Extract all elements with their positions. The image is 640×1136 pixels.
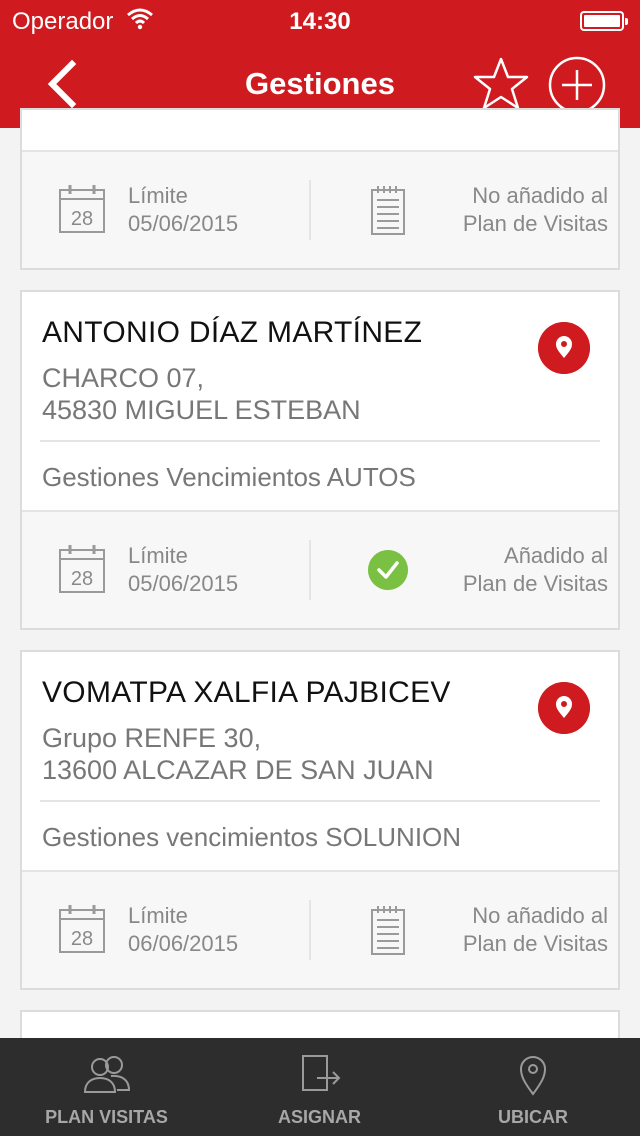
- list-icon[interactable]: [370, 904, 406, 956]
- gestion-card[interactable]: VOMATPA XALFIA PAJBICEV Grupo RENFE 30, …: [20, 650, 620, 990]
- address-line: 13600 ALCAZAR DE SAN JUAN: [42, 755, 434, 785]
- plan-status: Añadido al Plan de Visitas: [463, 542, 608, 598]
- limit-date: 05/06/2015: [128, 211, 239, 236]
- divider: [309, 540, 311, 600]
- limit-date: 06/06/2015: [128, 931, 239, 956]
- check-icon[interactable]: [368, 550, 408, 590]
- address-line: 45830 MIGUEL ESTEBAN: [42, 395, 361, 425]
- calendar-icon: 28: [59, 185, 105, 233]
- star-icon[interactable]: [472, 56, 530, 112]
- card-footer: 28 Límite 05/06/2015 Añadido al Plan de …: [22, 510, 618, 628]
- limit-date: 05/06/2015: [128, 571, 239, 596]
- limit-info: Límite 06/06/2015: [128, 902, 238, 958]
- map-pin-icon[interactable]: [538, 322, 590, 374]
- location-icon: [519, 1056, 547, 1096]
- plan-status-line2: Plan de Visitas: [462, 211, 608, 236]
- gestion-description: Gestiones vencimientos SOLUNION: [42, 822, 462, 852]
- tab-plan-visitas[interactable]: PLAN VISITAS: [0, 1038, 213, 1136]
- plan-status: No añadido al Plan de Visitas: [463, 182, 608, 238]
- plan-status-line2: Plan de Visitas: [462, 571, 608, 596]
- divider: [309, 900, 311, 960]
- card-footer: 28 Límite 05/06/2015 No añadido al Plan …: [22, 150, 618, 268]
- client-address: Grupo RENFE 30, 13600 ALCAZAR DE SAN JUA…: [42, 722, 434, 786]
- limit-label: Límite: [128, 183, 188, 208]
- limit-info: Límite 05/06/2015: [128, 542, 238, 598]
- card-footer: 28 Límite 06/06/2015 No añadido al Plan …: [22, 870, 618, 988]
- address-line: Grupo RENFE 30,: [42, 723, 262, 753]
- plan-status-line2: Plan de Visitas: [462, 931, 608, 956]
- tab-asignar[interactable]: ASIGNAR: [213, 1038, 426, 1136]
- divider: [40, 800, 600, 802]
- add-icon[interactable]: [548, 56, 606, 114]
- plan-status-line1: No añadido al: [472, 183, 608, 208]
- tab-label: PLAN VISITAS: [45, 1107, 168, 1127]
- clock: 14:30: [289, 8, 351, 35]
- gestion-card[interactable]: 28 Límite 05/06/2015 No añadido al Plan …: [20, 108, 620, 270]
- status-bar: Operador 14:30: [0, 0, 640, 40]
- calendar-icon: 28: [59, 905, 105, 953]
- address-line: CHARCO 07,: [42, 363, 205, 393]
- client-name: VOMATPA XALFIA PAJBICEV: [42, 676, 451, 709]
- client-name: ANTONIO DÍAZ MARTÍNEZ: [42, 316, 423, 349]
- plan-status-line1: No añadido al: [472, 903, 608, 928]
- tab-label: UBICAR: [498, 1107, 568, 1127]
- limit-label: Límite: [128, 543, 188, 568]
- plan-status-line1: Añadido al: [504, 543, 608, 568]
- calendar-icon: 28: [59, 545, 105, 593]
- tab-label: ASIGNAR: [277, 1107, 361, 1127]
- list-icon[interactable]: [370, 184, 406, 236]
- plan-status: No añadido al Plan de Visitas: [463, 902, 608, 958]
- tab-bar: PLAN VISITAS ASIGNAR UBICAR: [0, 1038, 640, 1136]
- svg-text:28: 28: [71, 928, 93, 950]
- gestion-description: Gestiones Vencimientos AUTOS: [42, 462, 416, 492]
- assign-icon: [301, 1055, 340, 1091]
- divider: [309, 180, 311, 240]
- tab-ubicar[interactable]: UBICAR: [426, 1038, 640, 1136]
- limit-info: Límite 05/06/2015: [128, 182, 238, 238]
- map-pin-icon[interactable]: [538, 682, 590, 734]
- users-icon: [83, 1056, 130, 1093]
- divider: [40, 440, 600, 442]
- svg-text:28: 28: [71, 568, 93, 590]
- limit-label: Límite: [128, 903, 188, 928]
- page-title: Gestiones: [245, 66, 395, 101]
- svg-text:28: 28: [71, 208, 93, 230]
- battery-icon: [580, 11, 628, 31]
- client-address: CHARCO 07, 45830 MIGUEL ESTEBAN: [42, 362, 361, 426]
- gestion-card[interactable]: ANTONIO DÍAZ MARTÍNEZ CHARCO 07, 45830 M…: [20, 290, 620, 630]
